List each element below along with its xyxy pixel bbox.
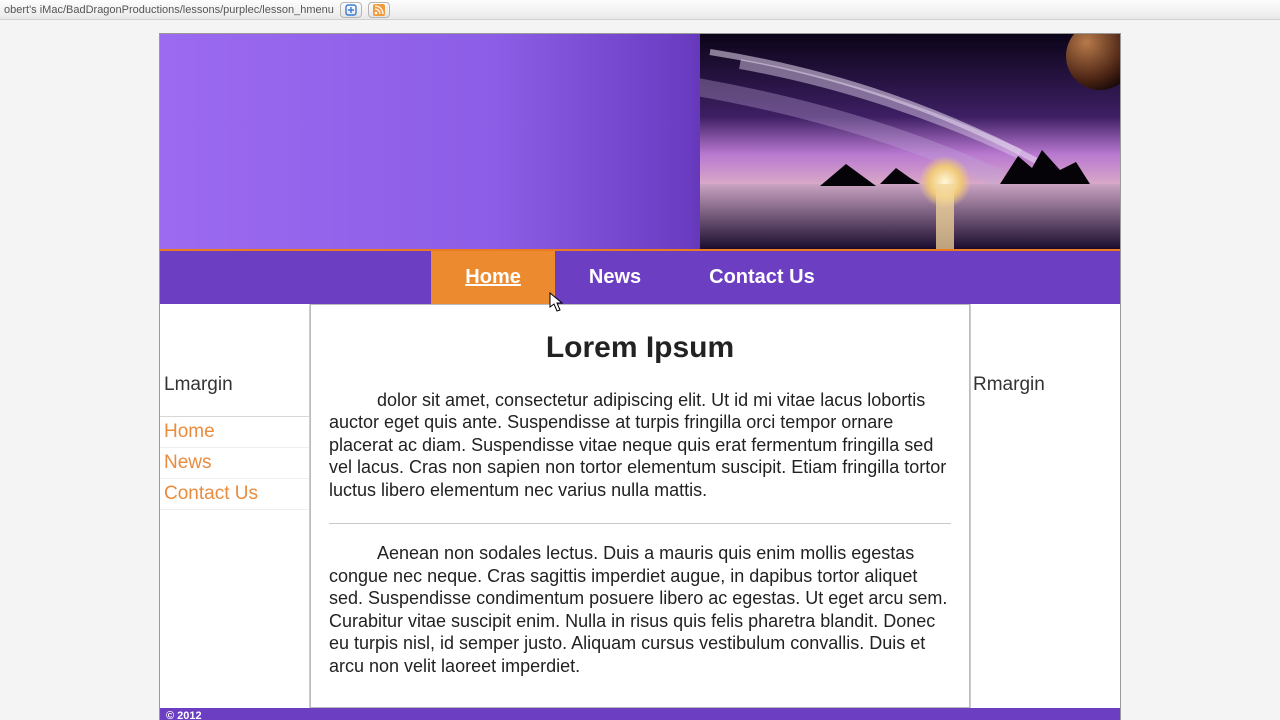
page-container: Home News Contact Us Lmargin Home News C… xyxy=(159,33,1121,720)
left-margin-label: Lmargin xyxy=(160,304,309,416)
side-nav: Home News Contact Us xyxy=(160,417,309,510)
header-banner xyxy=(160,34,1120,249)
left-column: Lmargin Home News Contact Us xyxy=(160,304,310,708)
article-paragraph-1: dolor sit amet, consectetur adipiscing e… xyxy=(329,389,951,502)
side-link-news[interactable]: News xyxy=(160,448,309,479)
body-columns: Lmargin Home News Contact Us Lorem Ipsum… xyxy=(160,304,1120,708)
nav-home[interactable]: Home xyxy=(431,251,555,304)
main-content: Lorem Ipsum dolor sit amet, consectetur … xyxy=(310,304,970,708)
side-link-home[interactable]: Home xyxy=(160,417,309,448)
article-title: Lorem Ipsum xyxy=(329,329,951,367)
side-link-contact[interactable]: Contact Us xyxy=(160,479,309,510)
footer-copyright: © 2012 xyxy=(166,710,202,720)
header-scene xyxy=(700,34,1120,249)
rss-button[interactable] xyxy=(368,2,390,18)
article-divider xyxy=(329,523,951,524)
horizontal-nav: Home News Contact Us xyxy=(160,249,1120,304)
right-column: Rmargin xyxy=(970,304,1120,708)
reader-button[interactable] xyxy=(340,2,362,18)
rss-icon xyxy=(373,4,385,16)
article-paragraph-2: Aenean non sodales lectus. Duis a mauris… xyxy=(329,542,951,677)
reader-icon xyxy=(345,4,357,16)
url-path: obert's iMac/BadDragonProductions/lesson… xyxy=(4,4,334,16)
nav-contact[interactable]: Contact Us xyxy=(675,251,849,304)
browser-toolbar: obert's iMac/BadDragonProductions/lesson… xyxy=(0,0,1280,20)
right-margin-label: Rmargin xyxy=(971,304,1120,416)
nav-news[interactable]: News xyxy=(555,251,675,304)
footer: © 2012 xyxy=(160,708,1120,720)
